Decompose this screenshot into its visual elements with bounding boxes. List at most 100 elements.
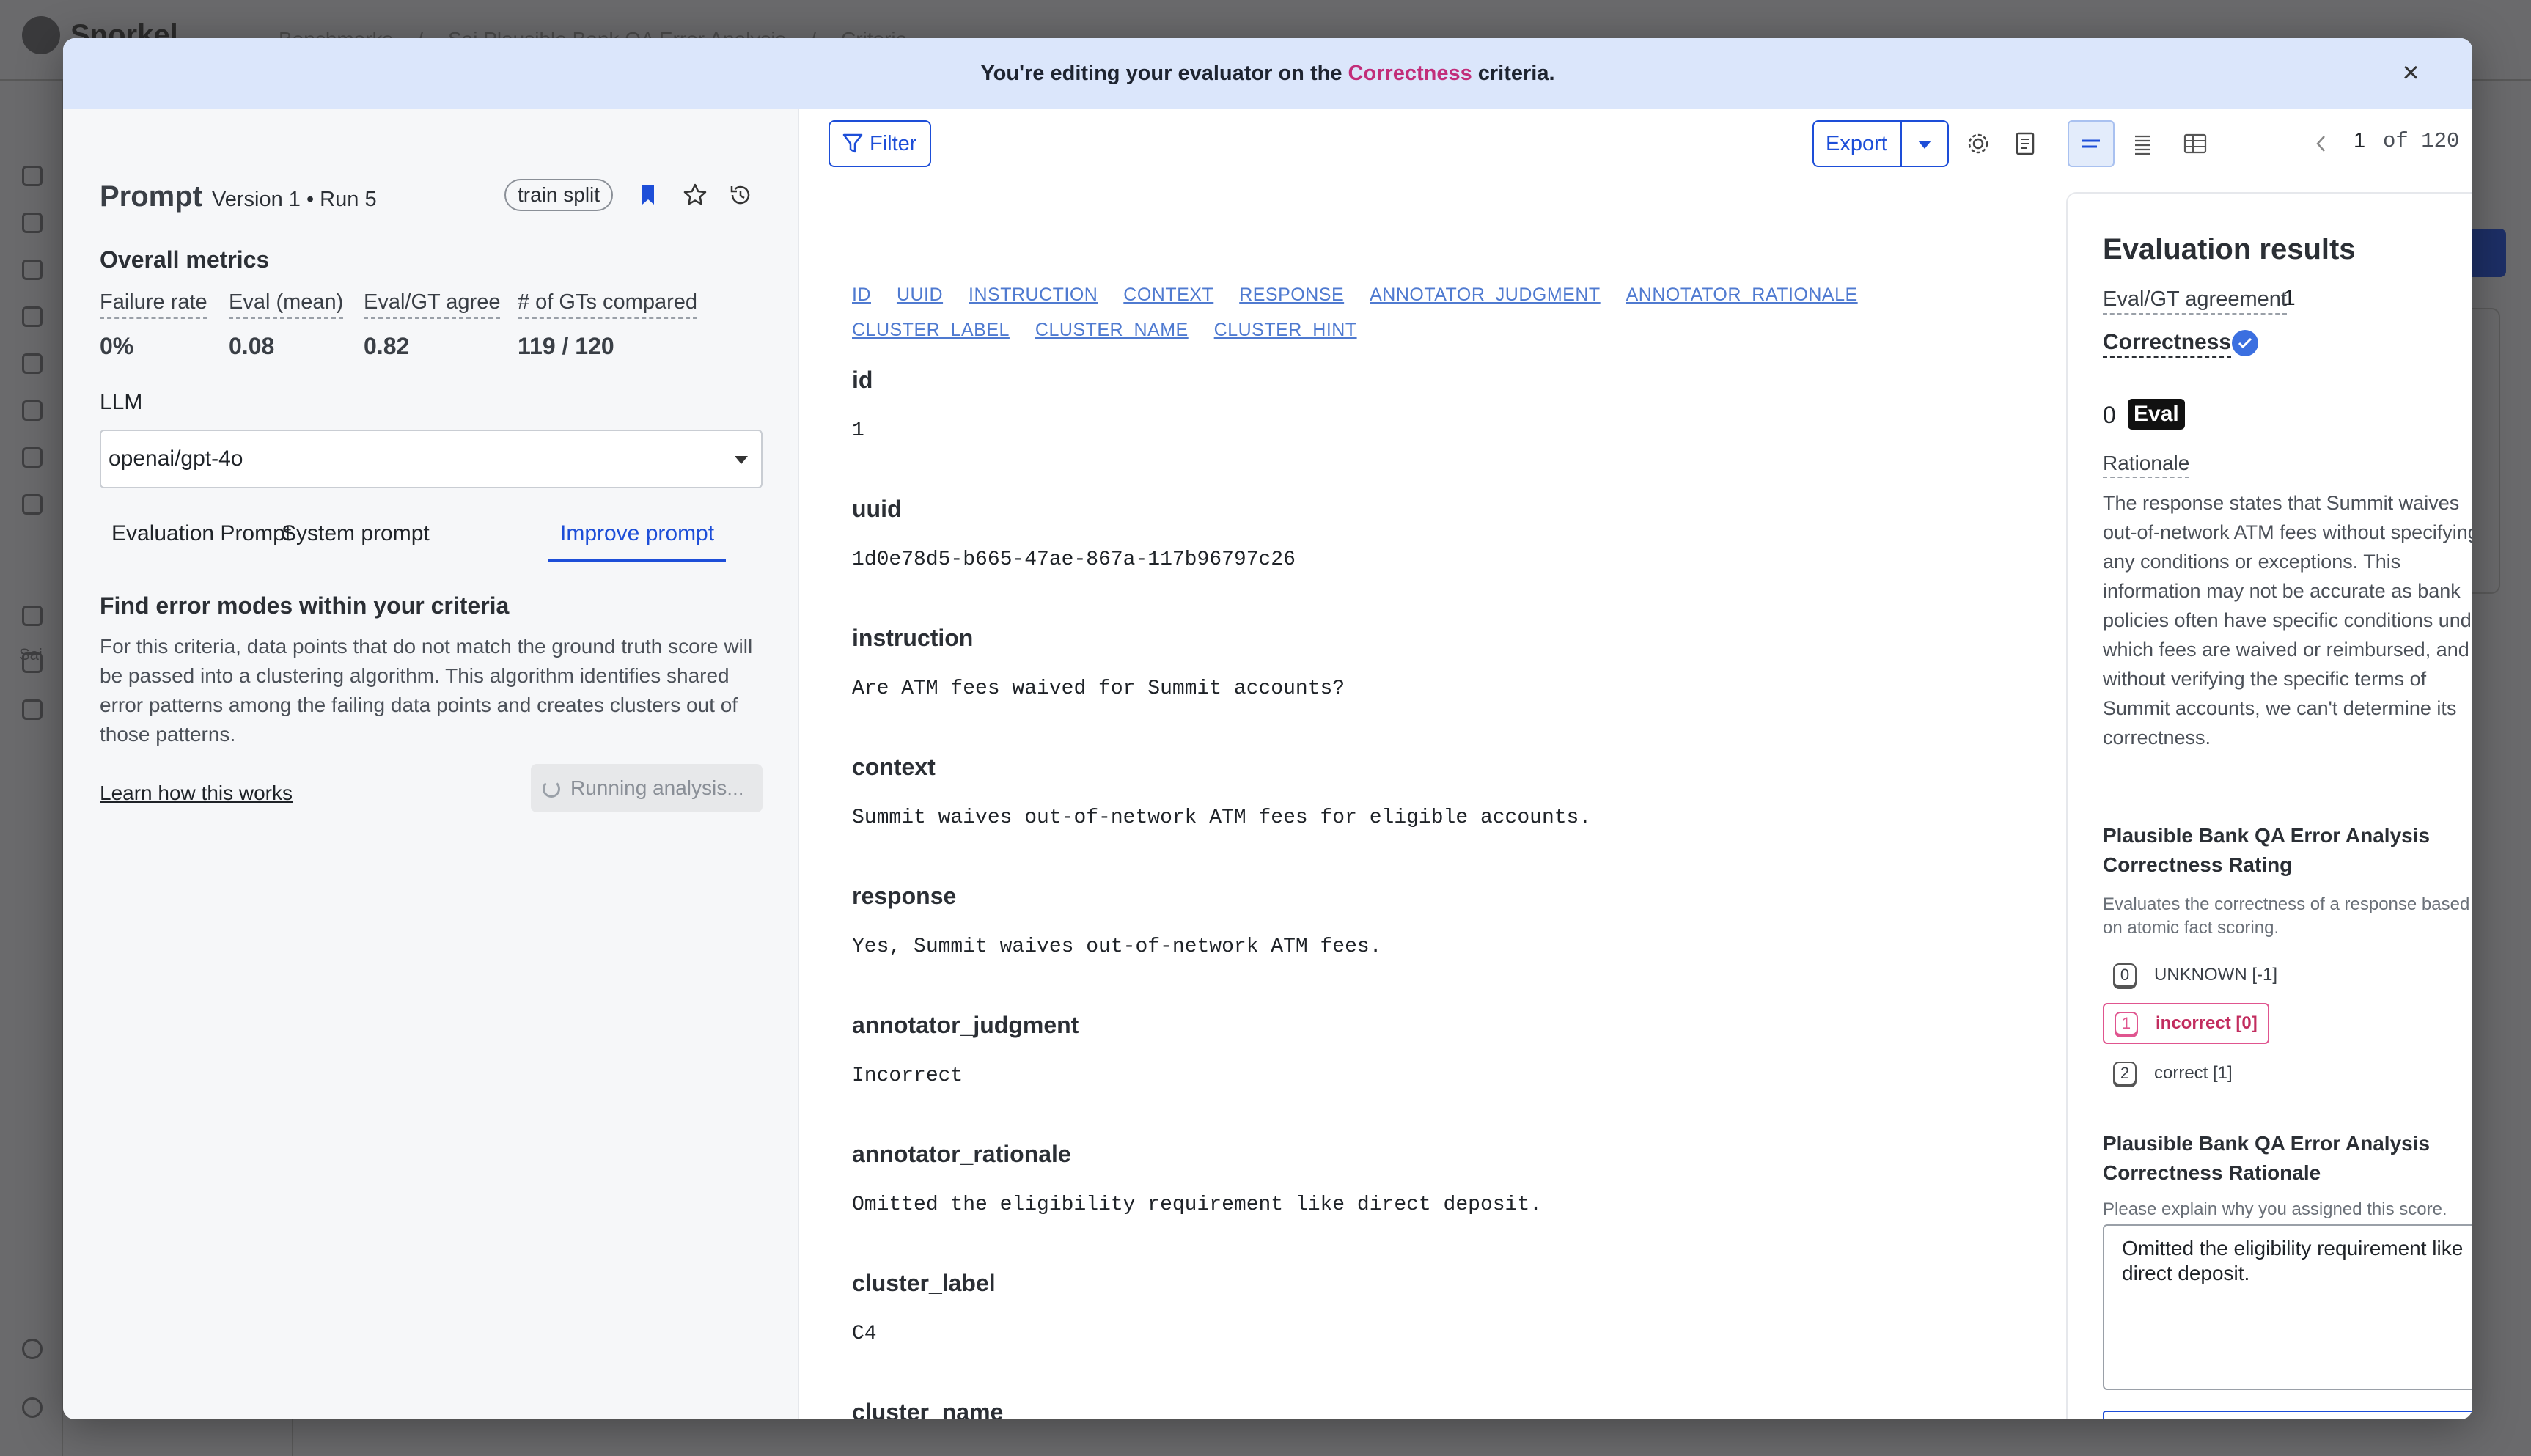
- metric-label: # of GTs compared: [518, 290, 697, 319]
- table-view-icon[interactable]: [2181, 126, 2210, 161]
- field-label-cluster-name: cluster_name: [852, 1399, 1004, 1419]
- score-value: 0: [2103, 402, 2116, 428]
- rating-option-selected[interactable]: 1 incorrect [0]: [2103, 1003, 2269, 1044]
- field-value-context: Summit waives out-of-network ATM fees fo…: [852, 806, 1592, 829]
- column-link[interactable]: CLUSTER_NAME: [1035, 320, 1189, 340]
- filter-label: Filter: [870, 132, 917, 155]
- rating-option[interactable]: 0 UNKNOWN [-1]: [2103, 955, 2288, 996]
- chart-icon: [22, 606, 43, 626]
- check-circle-icon: [2232, 330, 2258, 356]
- column-link[interactable]: CLUSTER_LABEL: [852, 320, 1010, 340]
- rating-description: Evaluates the correctness of a response …: [2103, 894, 2470, 938]
- evaluator-modal: You're editing your evaluator on the Cor…: [63, 38, 2472, 1419]
- metric-value: 0%: [100, 333, 134, 359]
- rating-option-label: incorrect [0]: [2156, 1013, 2258, 1033]
- field-label-context: context: [852, 754, 936, 780]
- find-error-modes-description: For this criteria, data points that do n…: [100, 635, 753, 746]
- download-icon: [22, 213, 43, 233]
- column-link[interactable]: CONTEXT: [1123, 284, 1213, 305]
- rating-option[interactable]: 2 correct [1]: [2103, 1053, 2243, 1094]
- prompt-panel: Prompt Version 1 • Run 5 train split Ove…: [63, 109, 799, 1419]
- tab-system-prompt[interactable]: System prompt: [270, 513, 441, 562]
- hotkey-badge: 0: [2113, 963, 2137, 987]
- document-icon: [22, 400, 43, 421]
- learn-how-link[interactable]: Learn how this works: [100, 782, 293, 805]
- bookmark-icon[interactable]: [635, 182, 661, 208]
- editing-banner: You're editing your evaluator on the Cor…: [63, 38, 2472, 109]
- column-link[interactable]: ANNOTATOR_RATIONALE: [1626, 284, 1858, 305]
- caret-down-icon: [735, 456, 748, 464]
- prompt-version: Version 1 • Run 5: [212, 188, 377, 211]
- field-label-instruction: instruction: [852, 625, 974, 651]
- background-sidebar: Sai: [0, 81, 63, 1456]
- list-icon: [22, 260, 43, 280]
- filter-button[interactable]: Filter: [829, 120, 931, 167]
- globe-icon: [22, 306, 43, 327]
- split-badge: train split: [504, 179, 614, 211]
- field-value-instruction: Are ATM fees waived for Summit accounts?: [852, 677, 1345, 700]
- metric-label: Eval/GT agree: [364, 290, 501, 319]
- settings-icon[interactable]: [1964, 126, 1993, 161]
- field-label-annotator-rationale: annotator_rationale: [852, 1141, 1071, 1167]
- column-link[interactable]: ID: [852, 284, 871, 305]
- document-icon: [22, 652, 43, 673]
- metric-label: Failure rate: [100, 290, 207, 319]
- chevron-left-icon[interactable]: [2307, 126, 2336, 161]
- user-icon: [22, 1397, 43, 1418]
- field-value-annotator-rationale: Omitted the eligibility requirement like…: [852, 1194, 1542, 1216]
- banner-prefix: You're editing your evaluator on the: [980, 61, 1342, 85]
- field-label-response: response: [852, 883, 957, 909]
- rating-option-label: correct [1]: [2154, 1063, 2233, 1083]
- metric-value: 0.08: [229, 333, 275, 359]
- export-label: Export: [1826, 132, 1887, 155]
- results-title: Evaluation results: [2103, 233, 2356, 265]
- export-button[interactable]: Export: [1812, 120, 1949, 167]
- field-label-cluster-label: cluster_label: [852, 1270, 996, 1296]
- agreement-value: 1: [2283, 286, 2296, 310]
- check-icon: [22, 447, 43, 468]
- page-total: of 120: [2383, 129, 2460, 153]
- eval-badge: Eval: [2128, 399, 2185, 430]
- field-value-cluster-label: C4: [852, 1323, 877, 1345]
- column-link[interactable]: ANNOTATOR_JUDGMENT: [1370, 284, 1601, 305]
- field-label-annotator-judgment: annotator_judgment: [852, 1012, 1079, 1038]
- single-view-button[interactable]: [2068, 120, 2115, 167]
- column-link[interactable]: CLUSTER_HINT: [1214, 320, 1357, 340]
- field-label-uuid: uuid: [852, 496, 902, 522]
- banner-criteria: Correctness: [1348, 61, 1472, 85]
- star-icon[interactable]: [682, 182, 708, 208]
- caret-down-icon[interactable]: [1918, 141, 1931, 149]
- globe-icon: [22, 353, 43, 374]
- rationale-text: The response states that Summit waives o…: [2103, 492, 2472, 749]
- find-error-modes-heading: Find error modes within your criteria: [100, 592, 510, 619]
- column-link[interactable]: UUID: [897, 284, 943, 305]
- rationale-input[interactable]: Omitted the eligibility requirement like…: [2103, 1224, 2472, 1390]
- filter-icon: [842, 133, 863, 153]
- metric-value: 119 / 120: [518, 333, 614, 359]
- metrics-heading: Overall metrics: [100, 246, 270, 273]
- hotkey-badge: 1: [2115, 1012, 2138, 1035]
- field-label-id: id: [852, 367, 873, 393]
- tab-improve-prompt[interactable]: Improve prompt: [548, 513, 727, 562]
- logo-icon: [22, 16, 60, 54]
- field-value-annotator-judgment: Incorrect: [852, 1065, 963, 1087]
- running-analysis-button: Running analysis...: [531, 764, 763, 812]
- llm-select[interactable]: openai/gpt-4o: [100, 430, 763, 488]
- dataset-icon: [22, 699, 43, 720]
- metric-label: Eval (mean): [229, 290, 344, 319]
- agreement-label: Eval/GT agreement: [2103, 287, 2287, 315]
- list-view-icon[interactable]: [2128, 126, 2157, 161]
- document-icon[interactable]: [2010, 126, 2040, 161]
- history-icon[interactable]: [727, 182, 754, 208]
- rating-option-label: UNKNOWN [-1]: [2154, 965, 2277, 985]
- rationale-heading: Plausible Bank QA Error Analysis Correct…: [2103, 1132, 2431, 1184]
- spinner-icon: [543, 780, 560, 798]
- close-icon[interactable]: ×: [2396, 58, 2425, 88]
- column-link[interactable]: RESPONSE: [1239, 284, 1344, 305]
- rating-heading: Plausible Bank QA Error Analysis Correct…: [2103, 824, 2431, 876]
- home-icon: [22, 166, 43, 186]
- llm-label: LLM: [100, 390, 143, 414]
- add-as-example-button[interactable]: Add as example to prompt: [2103, 1411, 2472, 1419]
- column-link[interactable]: INSTRUCTION: [969, 284, 1098, 305]
- page-number[interactable]: 1: [2354, 129, 2365, 153]
